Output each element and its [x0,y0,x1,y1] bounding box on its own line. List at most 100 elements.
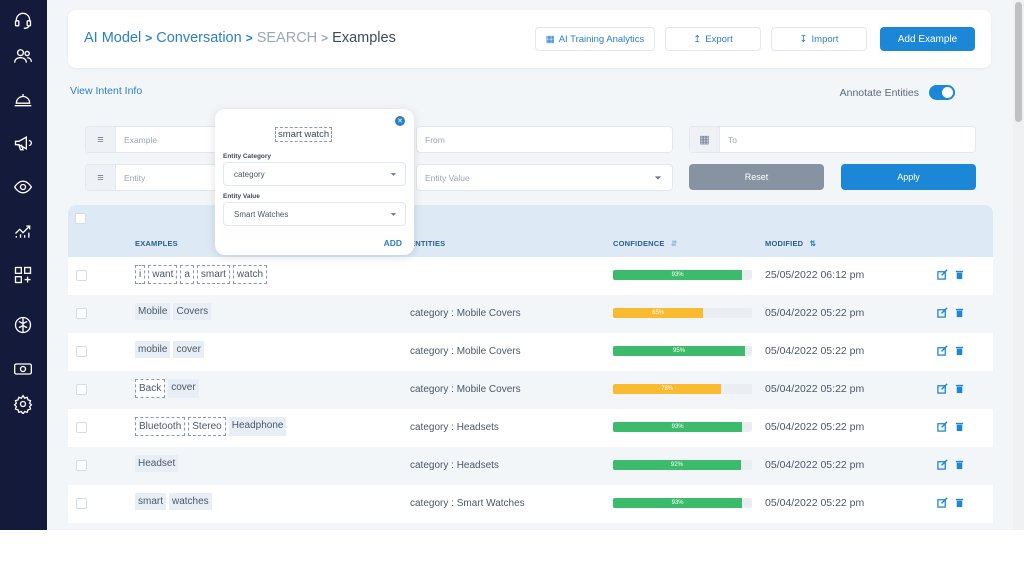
to-date-input[interactable]: To [720,135,975,145]
apps-add-icon[interactable] [11,263,35,287]
row-checkbox[interactable] [76,308,87,319]
confidence-header-label: CONFIDENCE [613,239,665,248]
modified-cell: 05/04/2022 05:22 pm [765,383,865,395]
delete-icon[interactable] [954,421,965,432]
from-date-input[interactable]: From [417,135,672,145]
modified-cell: 05/04/2022 05:22 pm [765,421,865,433]
cash-icon[interactable] [11,357,35,381]
headset-icon[interactable] [11,8,35,32]
example-token[interactable]: watches [169,493,212,510]
analytics-icon[interactable] [11,219,35,243]
edit-icon[interactable] [937,459,948,470]
entity-category-select[interactable]: category [223,162,406,186]
import-button[interactable]: ↧ Import [771,27,867,51]
to-date-filter[interactable]: ▦ To [689,126,976,153]
apply-button[interactable]: Apply [841,164,976,190]
example-token[interactable]: Bluetooth [135,417,186,436]
edit-icon[interactable] [937,421,948,432]
chevron-down-icon [390,173,397,176]
example-token[interactable]: cover [173,341,204,358]
confidence-bar: 78% [613,384,752,394]
example-token[interactable]: Back [135,379,166,398]
example-token[interactable]: Stereo [188,417,226,436]
modified-cell: 25/05/2022 06:12 pm [765,269,865,281]
delete-icon[interactable] [954,383,965,394]
edit-icon[interactable] [937,307,948,318]
confidence-fill: 93% [613,270,743,280]
download-icon: ↧ [799,33,808,45]
example-token[interactable]: want [148,265,178,284]
example-tokens: Mobile Covers [135,303,212,320]
table-header: EXAMPLES ENTITIES CONFIDENCE ⇵ MODIFIED … [68,205,993,257]
chevron-right-icon: > [145,31,153,45]
row-checkbox[interactable] [76,460,87,471]
delete-icon[interactable] [954,345,965,356]
add-entity-button[interactable]: ADD [384,238,402,248]
row-checkbox[interactable] [76,498,87,509]
example-token[interactable]: Mobile [135,303,171,320]
example-token[interactable]: a [180,265,194,284]
list-icon: ≡ [86,165,116,190]
confidence-bar: 93% [613,422,752,432]
breadcrumb-ai-model[interactable]: AI Model [84,30,141,46]
example-token[interactable]: Covers [173,303,212,320]
ai-training-analytics-label: AI Training Analytics [558,33,645,45]
example-token[interactable]: smart [196,265,230,284]
annotate-entities: Annotate Entities [840,85,955,100]
row-checkbox[interactable] [76,346,87,357]
view-intent-info-link[interactable]: View Intent Info [70,85,142,97]
edit-icon[interactable] [937,383,948,394]
scrollbar-thumb[interactable] [1015,2,1022,122]
example-token[interactable]: Headset [135,455,179,472]
row-checkbox[interactable] [76,422,87,433]
example-token[interactable]: mobile [135,341,171,358]
close-icon[interactable]: ✕ [395,116,405,126]
row-checkbox[interactable] [76,384,87,395]
brain-icon[interactable] [11,313,35,337]
entity-value-filter[interactable]: Entity Value [416,164,673,191]
scrollbar[interactable] [1013,0,1024,530]
confidence-bar: 65% [613,308,752,318]
eye-icon[interactable] [11,175,35,199]
sort-icon[interactable]: ⇵ [671,239,677,248]
row-checkbox[interactable] [76,270,87,281]
example-token[interactable]: i [135,265,146,284]
table-row: Headset category : Headsets 92% 05/04/2022 … [68,447,993,485]
example-token[interactable]: cover [168,379,199,398]
service-bell-icon[interactable] [11,87,35,111]
entity-value-select[interactable]: Smart Watches [223,202,406,226]
chevron-right-icon: > [245,31,253,45]
example-token[interactable]: watch [232,265,268,284]
from-date-filter[interactable]: From [416,126,673,153]
edit-icon[interactable] [937,497,948,508]
ai-training-analytics-button[interactable]: ▦ AI Training Analytics [535,27,655,51]
delete-icon[interactable] [954,307,965,318]
edit-icon[interactable] [937,269,948,280]
breadcrumb-search[interactable]: SEARCH [257,30,317,46]
example-token[interactable]: Headphone [228,417,287,436]
delete-icon[interactable] [954,269,965,280]
examples-column-header[interactable]: EXAMPLES [135,239,178,248]
settings-icon[interactable] [11,392,35,416]
chevron-down-icon [390,213,397,216]
edit-icon[interactable] [937,345,948,356]
confidence-column-header[interactable]: CONFIDENCE ⇵ [613,239,677,248]
import-label: Import [811,33,839,45]
export-label: Export [705,33,733,45]
add-example-button[interactable]: Add Example [880,27,975,51]
reset-button[interactable]: Reset [689,164,824,190]
select-all-checkbox[interactable] [75,213,86,224]
delete-icon[interactable] [954,497,965,508]
users-icon[interactable] [11,44,35,68]
entities-column-header[interactable]: ENTITIES [410,239,445,248]
entity-value-select[interactable]: Entity Value [417,173,654,183]
megaphone-icon[interactable] [11,131,35,155]
example-token[interactable]: smart [135,493,166,510]
modified-cell: 05/04/2022 05:22 pm [765,497,865,509]
delete-icon[interactable] [954,459,965,470]
modified-column-header[interactable]: MODIFIED ⇅ [765,239,816,248]
annotate-entities-toggle[interactable] [929,85,955,100]
export-button[interactable]: ↥ Export [665,27,761,51]
sort-descending-icon[interactable]: ⇅ [810,239,816,248]
breadcrumb-conversation[interactable]: Conversation [156,30,241,46]
